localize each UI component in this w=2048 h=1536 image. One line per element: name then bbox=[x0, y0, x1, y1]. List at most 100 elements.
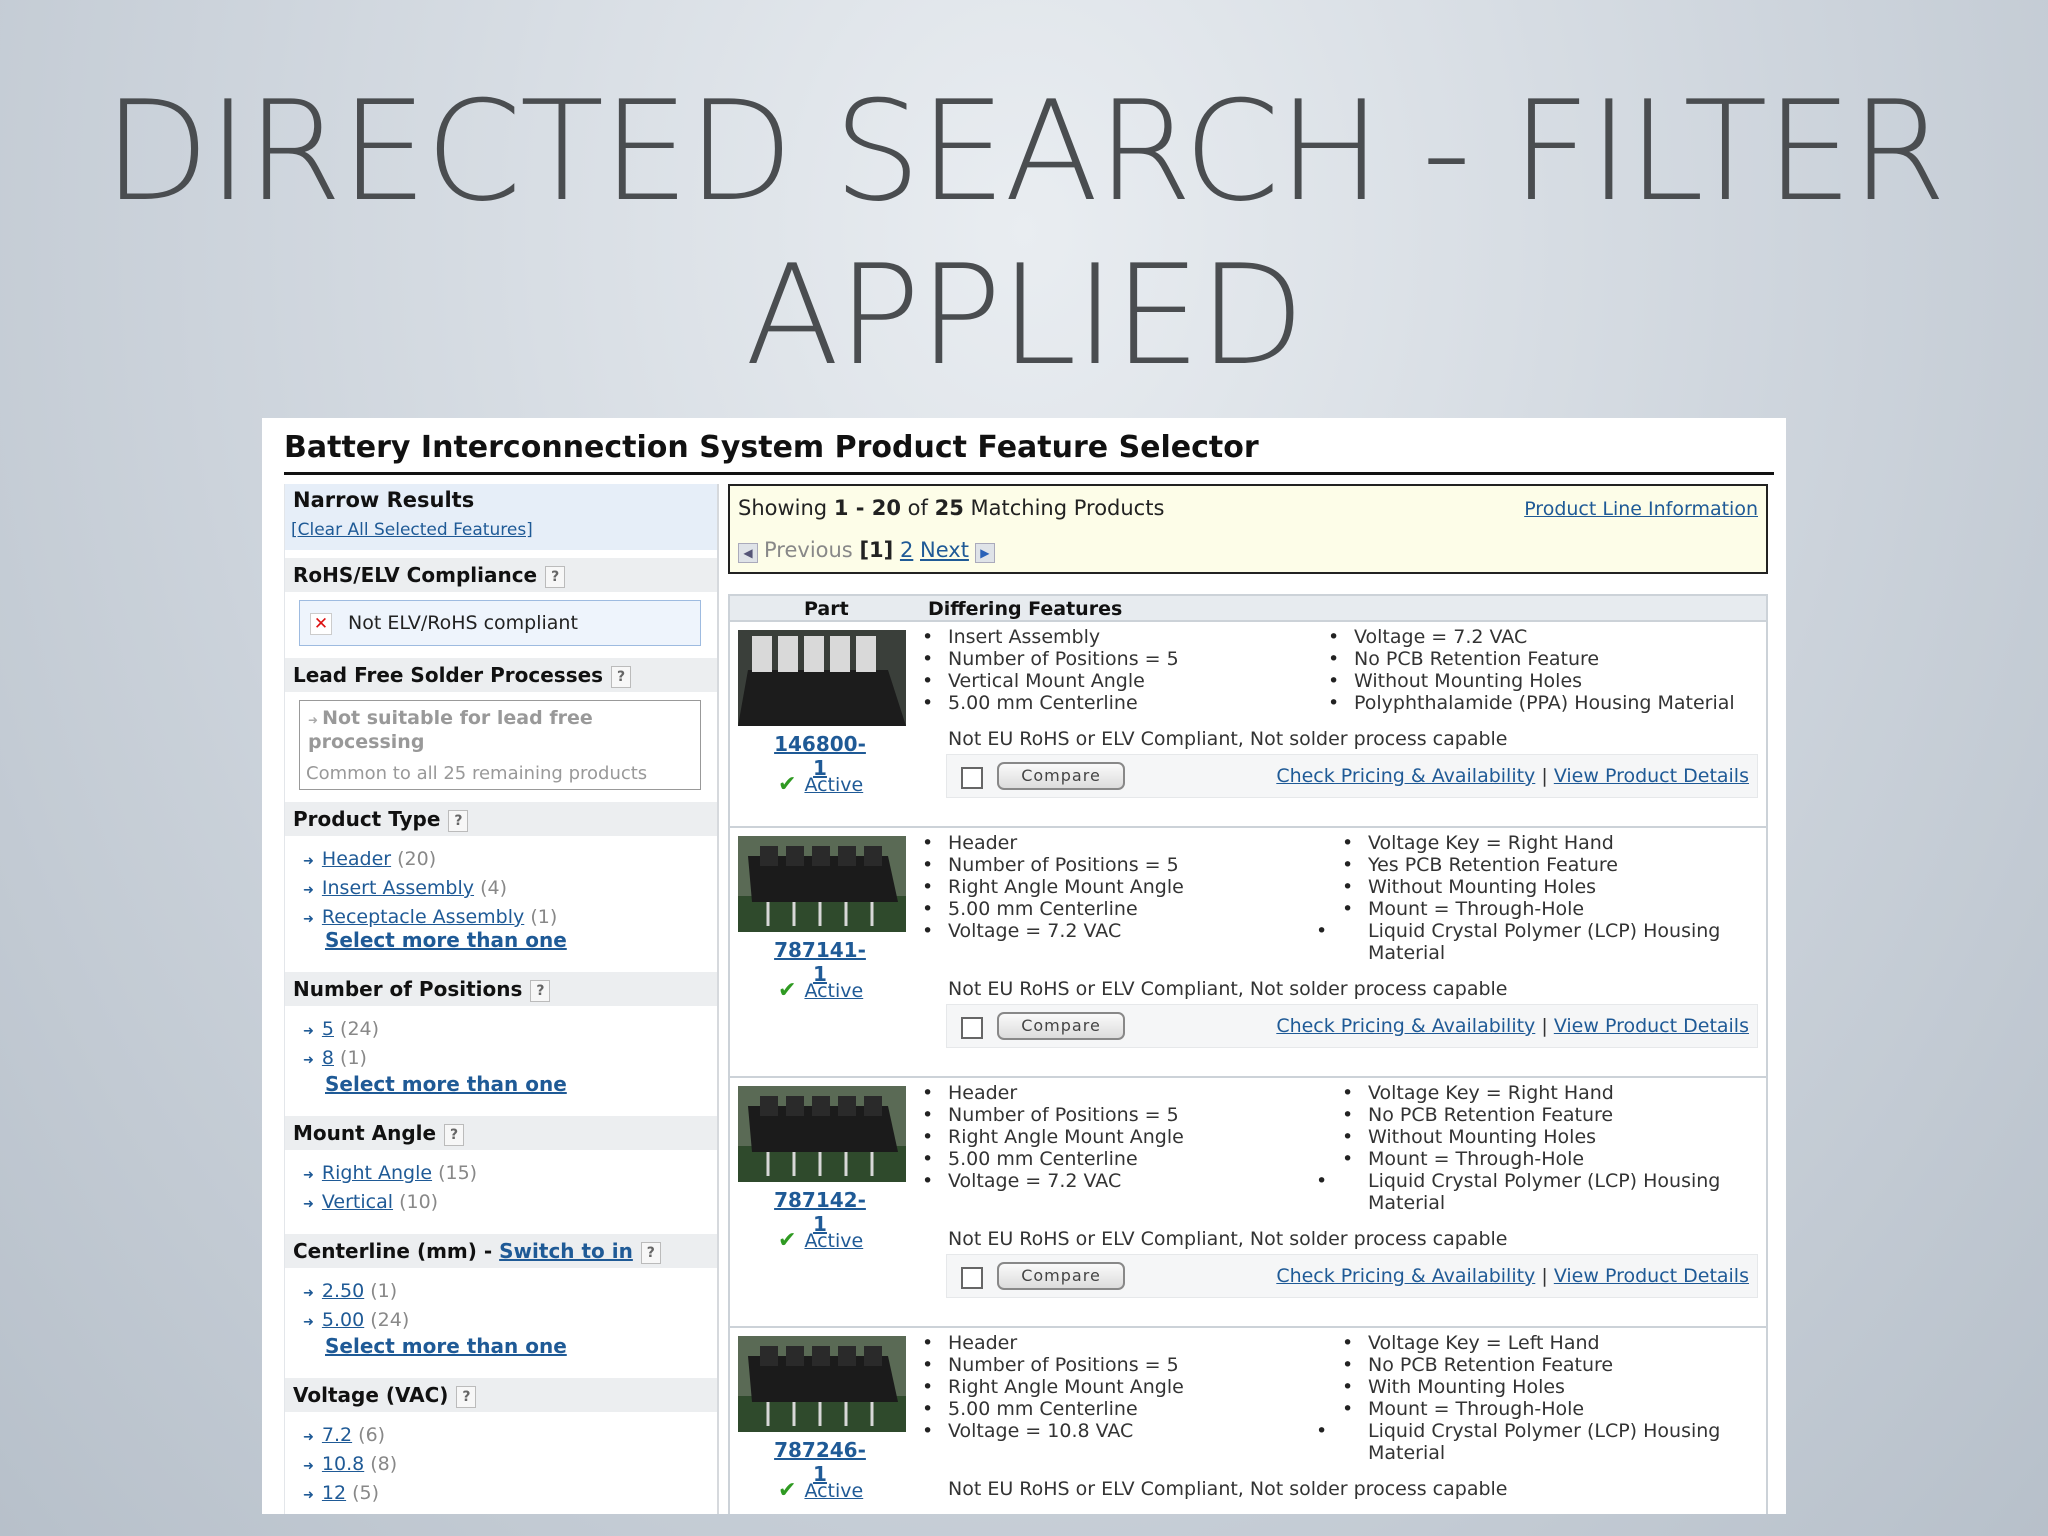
next-arrow-icon[interactable]: ▶ bbox=[974, 543, 995, 563]
filter-option-label[interactable]: 2.50 bbox=[322, 1280, 364, 1302]
compare-bar: Compare Check Pricing & Availability | V… bbox=[946, 1254, 1758, 1298]
product-image[interactable] bbox=[738, 836, 906, 932]
filter-option-count: (8) bbox=[370, 1453, 398, 1475]
arrow-right-icon: ➜ bbox=[303, 1488, 314, 1503]
feature-item: Number of Positions = 5 bbox=[922, 1354, 1322, 1376]
status-link[interactable]: Active bbox=[804, 1480, 863, 1502]
filter-option[interactable]: ➜ Vertical (10) bbox=[303, 1189, 477, 1218]
filter-option-label[interactable]: 5 bbox=[322, 1018, 334, 1040]
filter-option-label[interactable]: Header bbox=[322, 848, 391, 870]
row-actions: Check Pricing & Availability | View Prod… bbox=[1276, 1265, 1749, 1287]
filter-option[interactable]: ➜ 5 (24) bbox=[303, 1016, 379, 1045]
compare-checkbox[interactable] bbox=[961, 767, 983, 789]
features-right: Voltage Key = Right Hand Yes PCB Retenti… bbox=[1342, 832, 1758, 964]
arrow-right-icon: ➜ bbox=[303, 883, 314, 898]
feature-item: Voltage = 7.2 VAC bbox=[1328, 626, 1758, 648]
features-right: Voltage Key = Left Hand No PCB Retention… bbox=[1342, 1332, 1758, 1464]
filter-option-count: (1) bbox=[340, 1047, 367, 1069]
help-icon[interactable]: ? bbox=[640, 1241, 661, 1264]
lead-free-value: ➜ Not suitable for lead free processing bbox=[308, 707, 608, 753]
filter-option[interactable]: ➜ 5.00 (24) bbox=[303, 1307, 409, 1336]
feature-item: 5.00 mm Centerline bbox=[922, 1148, 1322, 1170]
compare-button[interactable]: Compare bbox=[997, 1012, 1125, 1040]
filter-option[interactable]: ➜ 7.2 (6) bbox=[303, 1422, 397, 1451]
select-more-positions-link[interactable]: Select more than one bbox=[325, 1072, 567, 1096]
compare-button[interactable]: Compare bbox=[997, 762, 1125, 790]
features-right: Voltage = 7.2 VAC No PCB Retention Featu… bbox=[1328, 626, 1758, 714]
rohs-selected-filter[interactable]: ✕ Not ELV/RoHS compliant bbox=[299, 600, 701, 646]
status-link[interactable]: Active bbox=[804, 980, 863, 1002]
feature-item: Without Mounting Holes bbox=[1342, 876, 1758, 898]
product-line-info-link[interactable]: Product Line Information bbox=[1524, 498, 1758, 520]
filter-option-label[interactable]: 10.8 bbox=[322, 1453, 364, 1475]
compliance-note: Not EU RoHS or ELV Compliant, Not solder… bbox=[948, 1478, 1508, 1500]
feature-item: Liquid Crystal Polymer (LCP) Housing Mat… bbox=[1342, 920, 1758, 964]
filter-option-label[interactable]: Vertical bbox=[322, 1191, 393, 1213]
feature-item: Header bbox=[922, 1082, 1322, 1104]
filter-option[interactable]: ➜ 8 (1) bbox=[303, 1045, 379, 1074]
positions-list: ➜ 5 (24) ➜ 8 (1) bbox=[303, 1016, 379, 1074]
help-icon[interactable]: ? bbox=[444, 1123, 465, 1146]
mount-angle-section-title: Mount Angle bbox=[293, 1121, 437, 1145]
view-details-link[interactable]: View Product Details bbox=[1554, 1265, 1749, 1287]
help-icon[interactable]: ? bbox=[456, 1385, 477, 1408]
feature-item: Voltage = 10.8 VAC bbox=[922, 1420, 1322, 1442]
select-more-product-type-link[interactable]: Select more than one bbox=[325, 928, 567, 952]
feature-item: 5.00 mm Centerline bbox=[922, 1398, 1322, 1420]
filter-option-label[interactable]: 7.2 bbox=[322, 1424, 352, 1446]
clear-all-features-link[interactable]: [Clear All Selected Features] bbox=[291, 520, 533, 540]
help-icon[interactable]: ? bbox=[530, 979, 551, 1002]
status-link[interactable]: Active bbox=[804, 774, 863, 796]
filter-option[interactable]: ➜ 10.8 (8) bbox=[303, 1451, 397, 1480]
filter-option-label[interactable]: 5.00 bbox=[322, 1309, 364, 1331]
next-link[interactable]: Next bbox=[920, 538, 969, 562]
feature-item: Voltage Key = Right Hand bbox=[1342, 1082, 1758, 1104]
help-icon[interactable]: ? bbox=[545, 565, 566, 588]
product-image[interactable] bbox=[738, 630, 906, 726]
filter-option[interactable]: ➜ Right Angle (15) bbox=[303, 1160, 477, 1189]
feature-item: Voltage = 7.2 VAC bbox=[922, 1170, 1322, 1192]
product-image[interactable] bbox=[738, 1336, 906, 1432]
filter-option-label[interactable]: 8 bbox=[322, 1047, 334, 1069]
compare-checkbox[interactable] bbox=[961, 1017, 983, 1039]
rohs-section-header: RoHS/ELV Compliance? bbox=[285, 558, 717, 592]
filter-option[interactable]: ➜ Header (20) bbox=[303, 846, 557, 875]
select-more-centerline-link[interactable]: Select more than one bbox=[325, 1334, 567, 1358]
feature-item: No PCB Retention Feature bbox=[1342, 1104, 1758, 1126]
separator: | bbox=[1541, 1015, 1548, 1037]
filter-option-label[interactable]: Receptacle Assembly bbox=[322, 906, 524, 928]
feature-item: Mount = Through-Hole bbox=[1342, 898, 1758, 920]
product-image[interactable] bbox=[738, 1086, 906, 1182]
check-pricing-link[interactable]: Check Pricing & Availability bbox=[1276, 1265, 1535, 1287]
filter-option[interactable]: ➜ Insert Assembly (4) bbox=[303, 875, 557, 904]
help-icon[interactable]: ? bbox=[448, 809, 469, 832]
compliance-note: Not EU RoHS or ELV Compliant, Not solder… bbox=[948, 728, 1508, 750]
filter-option-label[interactable]: Insert Assembly bbox=[322, 877, 474, 899]
filter-option-label[interactable]: 12 bbox=[322, 1482, 346, 1504]
page-2-link[interactable]: 2 bbox=[900, 538, 913, 562]
rohs-selected-label: Not ELV/RoHS compliant bbox=[348, 612, 578, 634]
results-of: of bbox=[901, 496, 935, 520]
feature-item: With Mounting Holes bbox=[1342, 1376, 1758, 1398]
arrow-right-icon: ➜ bbox=[303, 1053, 314, 1068]
compliance-note: Not EU RoHS or ELV Compliant, Not solder… bbox=[948, 1228, 1508, 1250]
switch-units-link[interactable]: Switch to in bbox=[499, 1239, 633, 1263]
view-details-link[interactable]: View Product Details bbox=[1554, 765, 1749, 787]
check-pricing-link[interactable]: Check Pricing & Availability bbox=[1276, 765, 1535, 787]
previous-link[interactable]: Previous bbox=[764, 538, 853, 562]
filter-option[interactable]: ➜ 12 (5) bbox=[303, 1480, 397, 1509]
remove-x-icon[interactable]: ✕ bbox=[310, 613, 332, 635]
arrow-right-icon: ➜ bbox=[303, 854, 314, 869]
help-icon[interactable]: ? bbox=[611, 665, 632, 688]
previous-arrow-icon[interactable]: ◀ bbox=[738, 543, 758, 563]
check-pricing-link[interactable]: Check Pricing & Availability bbox=[1276, 1015, 1535, 1037]
filter-option-count: (10) bbox=[399, 1191, 439, 1213]
column-part: Part bbox=[804, 598, 849, 620]
view-details-link[interactable]: View Product Details bbox=[1554, 1015, 1749, 1037]
status-link[interactable]: Active bbox=[804, 1230, 863, 1252]
filter-option-label[interactable]: Right Angle bbox=[322, 1162, 432, 1184]
compare-button[interactable]: Compare bbox=[997, 1262, 1125, 1290]
compare-checkbox[interactable] bbox=[961, 1267, 983, 1289]
filter-option[interactable]: ➜ 2.50 (1) bbox=[303, 1278, 409, 1307]
compare-bar: Compare Check Pricing & Availability | V… bbox=[946, 1004, 1758, 1048]
